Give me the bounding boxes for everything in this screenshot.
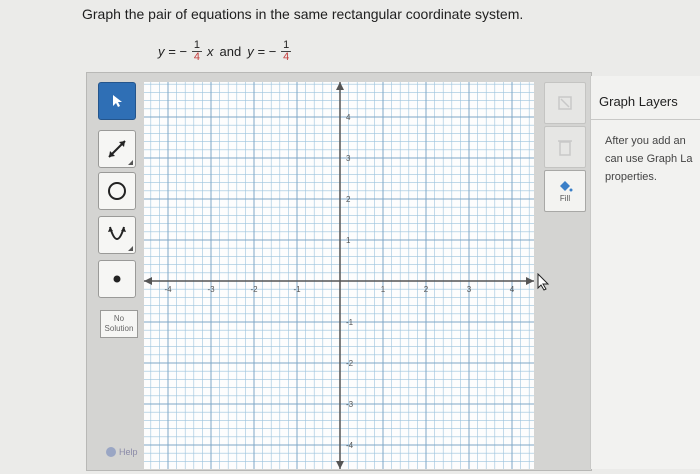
equation-2-numerator: 1 <box>281 38 292 52</box>
x-tick-label: -3 <box>207 285 215 294</box>
help-link[interactable]: Help <box>106 447 138 457</box>
tool-circle-button[interactable] <box>98 172 136 210</box>
y-tick-label: 4 <box>346 113 351 122</box>
x-tick-label: -2 <box>250 285 258 294</box>
y-tick-label: -3 <box>346 400 354 409</box>
x-tick-label: -4 <box>164 285 172 294</box>
paint-bucket-icon <box>560 180 573 191</box>
line-icon <box>108 140 126 158</box>
parabola-icon <box>108 226 126 240</box>
mouse-cursor-icon <box>537 273 550 291</box>
x-tick-label: 1 <box>381 285 386 294</box>
fill-button[interactable]: Fill <box>544 170 586 212</box>
x-tick-label: 3 <box>467 285 472 294</box>
trash-icon <box>558 140 572 156</box>
y-tick-label: 1 <box>346 236 351 245</box>
graph-layers-help-text: After you add an can use Graph La proper… <box>605 132 700 186</box>
corner-arrow-icon <box>128 246 133 251</box>
graph-layers-help-line: properties. <box>605 171 657 183</box>
y-tick-label: -2 <box>346 359 354 368</box>
help-icon <box>106 447 116 457</box>
y-axis-arrow-up <box>336 82 344 90</box>
tool-line-button[interactable] <box>98 130 136 168</box>
graph-layers-help-line: After you add an <box>605 135 686 147</box>
equation-joiner: and <box>219 43 242 59</box>
equation-1-fraction: 1 4 <box>191 38 203 63</box>
equation-1-numerator: 1 <box>191 38 203 52</box>
equation-2-denominator: 4 <box>283 50 290 63</box>
y-axis-arrow-down <box>336 461 344 469</box>
y-tick-label: -1 <box>346 318 354 327</box>
graph-layers-title: Graph Layers <box>591 84 700 120</box>
tool-point-button[interactable] <box>98 260 136 298</box>
equation-1-denominator: 4 <box>193 50 201 63</box>
pointer-icon <box>113 95 122 107</box>
x-axis-arrow-left <box>144 277 152 285</box>
x-axis-arrow-right <box>526 277 534 285</box>
trash-button[interactable] <box>544 126 586 168</box>
delete-icon <box>558 96 572 110</box>
y-tick-label: 3 <box>346 154 351 163</box>
delete-button[interactable] <box>544 82 586 124</box>
coordinate-grid[interactable]: -4 -3 -2 -1 1 2 3 4 4 3 2 1 -1 -2 -3 -4 <box>144 82 534 469</box>
equation-2-lhs: y = − <box>247 43 277 59</box>
tool-parabola-button[interactable] <box>98 216 136 254</box>
no-solution-button[interactable]: No Solution <box>100 310 138 338</box>
graph-layers-panel: Graph Layers After you add an can use Gr… <box>590 76 700 469</box>
x-tick-label: -1 <box>293 285 301 294</box>
x-tick-label: 2 <box>424 285 429 294</box>
equation-1-variable: x <box>207 43 214 59</box>
graph-layers-help-line: can use Graph La <box>605 153 693 165</box>
point-icon <box>113 275 121 283</box>
graph-canvas[interactable]: -4 -3 -2 -1 1 2 3 4 4 3 2 1 -1 -2 -3 -4 <box>144 82 534 469</box>
circle-icon <box>108 182 126 200</box>
y-tick-label: -4 <box>346 441 354 450</box>
tool-palette: No Solution Help <box>92 78 142 469</box>
equation-2-fraction: 1 4 <box>281 38 292 63</box>
question-text: Graph the pair of equations in the same … <box>82 6 524 22</box>
corner-arrow-icon <box>128 160 133 165</box>
equation-1-lhs: y = − <box>158 43 187 59</box>
y-tick-label: 2 <box>346 195 351 204</box>
help-label: Help <box>119 447 138 457</box>
x-tick-label: 4 <box>510 285 515 294</box>
equation-line: y = − 1 4 x and y = − 1 4 <box>158 36 293 66</box>
fill-label: Fill <box>559 193 571 203</box>
tool-select-button[interactable] <box>98 82 136 120</box>
